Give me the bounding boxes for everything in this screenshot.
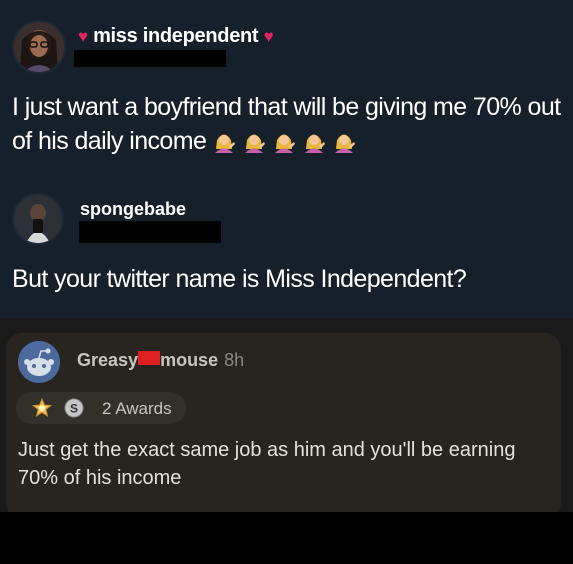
snoo-avatar-icon[interactable] [18,341,60,383]
woman-tipping-hand-emoji-icon [332,128,356,153]
redacted-handle-1 [74,50,226,67]
awards-count: 2 Awards [102,399,172,418]
awards-pill[interactable]: S 2 Awards [16,392,186,424]
woman-tipping-hand-emoji-icon [272,128,296,153]
reddit-comment-area: Greasy mouse 8h S 2 Awards Just get the ex… [0,318,573,519]
avatar-miss-independent[interactable] [12,20,66,74]
red-heart-icon: ♥ [78,27,88,46]
comment-timestamp: 8h [224,350,245,370]
woman-tipping-hand-emoji-group [206,127,356,155]
woman-tipping-hand-emoji-icon [302,128,326,153]
gold-star-award-icon [32,398,52,418]
display-name-2[interactable]: spongebabe [80,199,186,220]
redacted-handle-2 [79,221,221,243]
comment-body: Just get the exact same job as him and y… [18,439,516,489]
tweet-text-2: But your twitter name is Miss Independen… [12,265,467,293]
display-name-1[interactable]: ♥ miss independent ♥ [78,25,274,48]
avatar-spongebabe[interactable] [12,193,64,245]
bottom-black-bar [0,512,573,564]
tweet-text-1: I just want a boyfriend that will be giv… [12,93,561,155]
svg-text:S: S [70,402,78,416]
twitter-screenshot: ♥ miss independent ♥ I just want a boyfr… [0,0,573,318]
woman-tipping-hand-emoji-icon [212,128,236,153]
red-heart-icon: ♥ [263,27,274,46]
redacted-username-part [138,351,161,365]
silver-coin-award-icon: S [64,398,84,418]
woman-tipping-hand-emoji-icon [242,128,266,153]
reddit-comment-card: Greasy mouse 8h S 2 Awards Just get the ex… [6,333,561,519]
reddit-username[interactable]: Greasy mouse 8h [77,350,244,371]
